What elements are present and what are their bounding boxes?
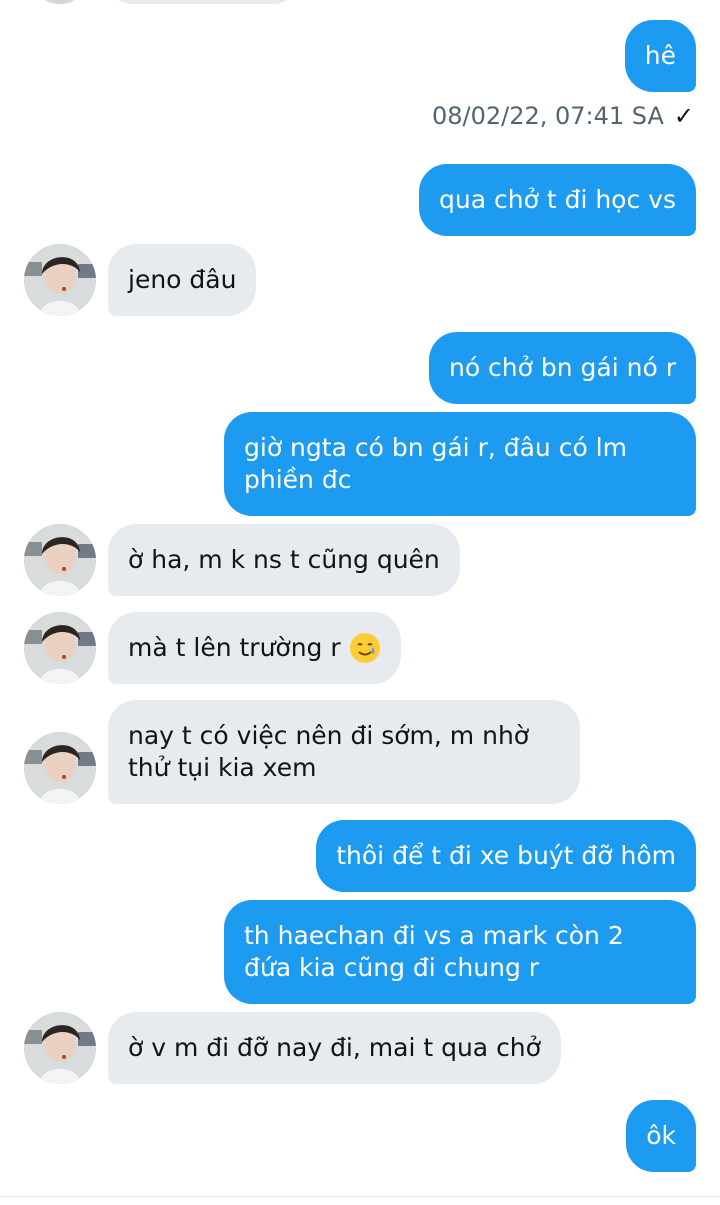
message-text: th haechan đi vs a mark còn 2 đứa kia cũ… — [244, 921, 624, 982]
smiling-face-with-tear-icon — [349, 633, 380, 663]
timestamp-text: 08/02/22, 07:41 SA — [431, 102, 664, 130]
contact-avatar[interactable] — [24, 612, 96, 684]
incoming-message[interactable]: nay t có việc nên đi sớm, m nhờ thử tụi … — [108, 700, 580, 804]
outgoing-message[interactable]: ôk — [626, 1100, 696, 1172]
incoming-message[interactable]: ờ v m đi đỡ nay đi, mai t qua chở — [108, 1012, 561, 1084]
message-text: thôi để t đi xe buýt đỡ hôm — [336, 841, 676, 870]
outgoing-message[interactable]: hê — [624, 20, 696, 92]
message-text: jeno đâu — [128, 265, 237, 294]
message-text: mà t lên trường r — [128, 633, 341, 662]
outgoing-message[interactable]: qua chở t đi học vs — [419, 164, 696, 236]
contact-avatar[interactable] — [24, 732, 96, 804]
bottom-divider — [0, 1196, 720, 1197]
message-text: ôk — [646, 1121, 676, 1150]
message-text: qua chở t đi học vs — [439, 185, 676, 214]
message-text: hê — [644, 41, 676, 70]
contact-avatar[interactable] — [24, 524, 96, 596]
outgoing-message[interactable]: giờ ngta có bn gái r, đâu có lm phiền đc — [224, 412, 696, 516]
avatar-image — [24, 612, 96, 684]
partial-incoming-bubble — [108, 0, 298, 4]
message-text: nay t có việc nên đi sớm, m nhờ thử tụi … — [128, 721, 530, 782]
avatar-image — [24, 244, 96, 316]
outgoing-message[interactable]: thôi để t đi xe buýt đỡ hôm — [316, 820, 696, 892]
outgoing-message[interactable]: nó chở bn gái nó r — [428, 332, 696, 404]
sent-check-icon: ✓ — [673, 102, 694, 130]
message-text: nó chở bn gái nó r — [448, 353, 676, 382]
avatar-image — [24, 524, 96, 596]
message-text: ờ ha, m k ns t cũng quên — [128, 545, 440, 574]
incoming-message[interactable]: mà t lên trường r — [108, 612, 401, 684]
outgoing-message[interactable]: th haechan đi vs a mark còn 2 đứa kia cũ… — [224, 900, 696, 1004]
contact-avatar[interactable] — [24, 244, 96, 316]
message-text: ờ v m đi đỡ nay đi, mai t qua chở — [128, 1033, 541, 1062]
incoming-message[interactable]: jeno đâu — [108, 244, 257, 316]
partial-avatar — [30, 0, 90, 4]
avatar-image — [24, 732, 96, 804]
message-text: giờ ngta có bn gái r, đâu có lm phiền đc — [244, 433, 628, 494]
message-timestamp: 08/02/22, 07:41 SA ✓ — [432, 98, 694, 134]
incoming-message[interactable]: ờ ha, m k ns t cũng quên — [108, 524, 460, 596]
contact-avatar[interactable] — [24, 1012, 96, 1084]
avatar-image — [24, 1012, 96, 1084]
